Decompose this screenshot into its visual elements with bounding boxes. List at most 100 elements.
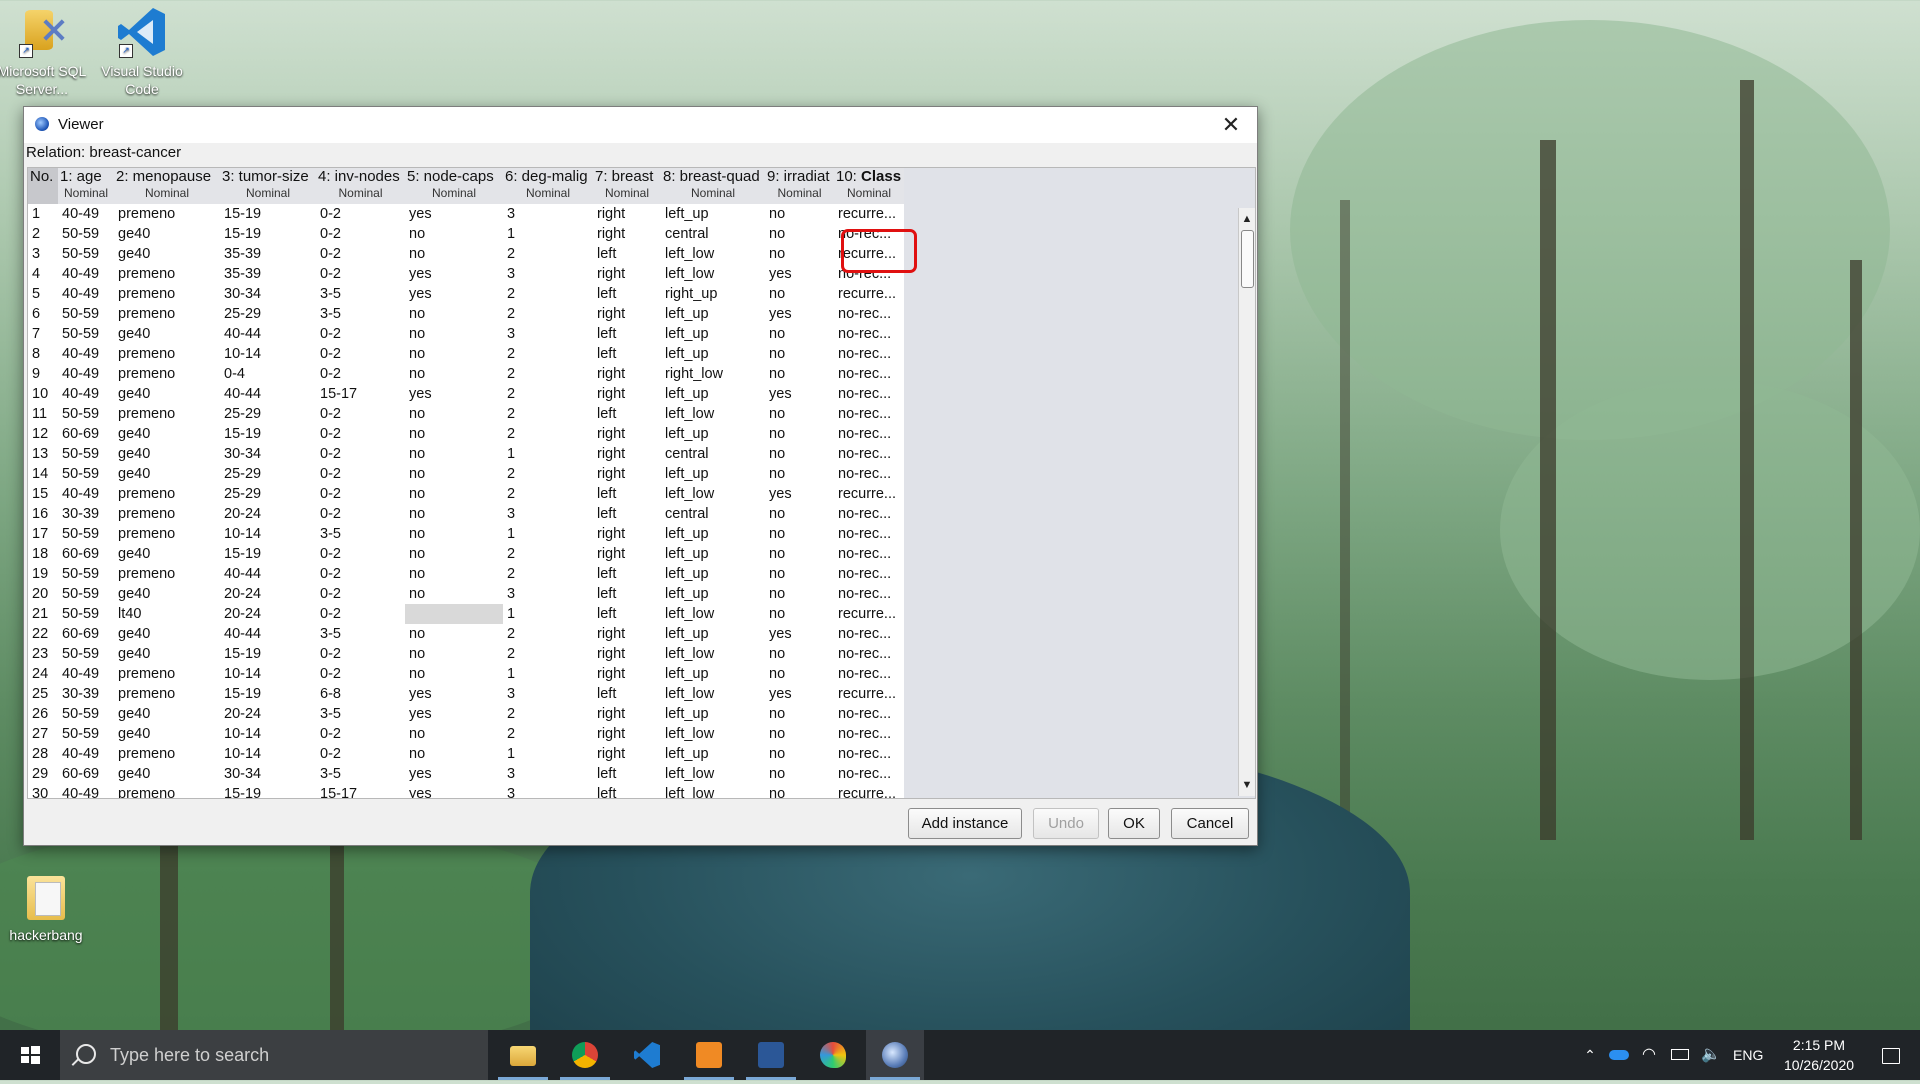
cell-tumor-size[interactable]: 15-19 <box>220 544 316 564</box>
cell-breast[interactable]: right <box>593 704 661 724</box>
battery-icon[interactable] <box>1671 1030 1689 1080</box>
cell-tumor-size[interactable]: 40-44 <box>220 624 316 644</box>
cell-node-caps[interactable]: yes <box>405 784 503 798</box>
cell-deg-malig[interactable]: 2 <box>503 244 593 264</box>
cell-class[interactable]: no-rec... <box>834 624 904 644</box>
cell-age[interactable]: 50-59 <box>58 224 114 244</box>
cell-node-caps[interactable]: no <box>405 424 503 444</box>
table-row[interactable]: 10 40-49 ge40 40-44 15-17 yes 2 right left_up yes… <box>28 384 1248 404</box>
cell-menopause[interactable]: premeno <box>114 664 220 684</box>
cell-breast-quad[interactable]: central <box>661 224 765 244</box>
cell-node-caps[interactable]: no <box>405 624 503 644</box>
table-row[interactable]: 19 50-59 premeno 40-44 0-2 no 2 left left_up no no… <box>28 564 1248 584</box>
table-row[interactable]: 5 40-49 premeno 30-34 3-5 yes 2 left right_up no r… <box>28 284 1248 304</box>
cell-tumor-size[interactable]: 15-19 <box>220 204 316 224</box>
cell-breast[interactable]: left <box>593 564 661 584</box>
volume-icon[interactable]: 🔈 <box>1701 1030 1721 1080</box>
cell-deg-malig[interactable]: 1 <box>503 744 593 764</box>
cell-tumor-size[interactable]: 15-19 <box>220 424 316 444</box>
cell-class[interactable]: recurre... <box>834 604 904 624</box>
cell-breast-quad[interactable]: left_up <box>661 664 765 684</box>
cell-irradiat[interactable]: no <box>765 244 834 264</box>
cell-breast-quad[interactable]: left_low <box>661 784 765 798</box>
cell-irradiat[interactable]: no <box>765 504 834 524</box>
cell-irradiat[interactable]: no <box>765 424 834 444</box>
clock[interactable]: 2:15 PM 10/26/2020 <box>1774 1035 1864 1075</box>
table-row[interactable]: 12 60-69 ge40 15-19 0-2 no 2 right left_up no no-r… <box>28 424 1248 444</box>
cell-deg-malig[interactable]: 2 <box>503 424 593 444</box>
cell-irradiat[interactable]: no <box>765 704 834 724</box>
cell-node-caps[interactable]: yes <box>405 764 503 784</box>
cell-menopause[interactable]: premeno <box>114 204 220 224</box>
cell-deg-malig[interactable]: 2 <box>503 484 593 504</box>
cell-age[interactable]: 50-59 <box>58 404 114 424</box>
close-icon[interactable]: ✕ <box>1211 109 1251 141</box>
table-row[interactable]: 27 50-59 ge40 10-14 0-2 no 2 right left_low no no-… <box>28 724 1248 744</box>
column-header-breast[interactable]: 7: breast Nominal <box>593 168 661 204</box>
desktop-icon-hackerbang[interactable]: hackerbang <box>0 870 94 944</box>
cell-breast[interactable]: left <box>593 344 661 364</box>
cell-row-number[interactable]: 4 <box>28 264 58 284</box>
cell-menopause[interactable]: premeno <box>114 684 220 704</box>
cell-breast-quad[interactable]: left_low <box>661 604 765 624</box>
table-row[interactable]: 7 50-59 ge40 40-44 0-2 no 3 left left_up no no-rec… <box>28 324 1248 344</box>
cell-class[interactable]: no-rec... <box>834 464 904 484</box>
table-row[interactable]: 3 50-59 ge40 35-39 0-2 no 2 left left_low no recur… <box>28 244 1248 264</box>
cell-tumor-size[interactable]: 15-19 <box>220 684 316 704</box>
cell-age[interactable]: 40-49 <box>58 204 114 224</box>
table-row[interactable]: 25 30-39 premeno 15-19 6-8 yes 3 left left_low ye… <box>28 684 1248 704</box>
cell-age[interactable]: 60-69 <box>58 544 114 564</box>
cell-irradiat[interactable]: yes <box>765 264 834 284</box>
cell-inv-nodes[interactable]: 3-5 <box>316 624 405 644</box>
cell-row-number[interactable]: 17 <box>28 524 58 544</box>
cell-breast[interactable]: right <box>593 364 661 384</box>
taskbar-chrome[interactable] <box>556 1030 614 1080</box>
cell-inv-nodes[interactable]: 0-2 <box>316 544 405 564</box>
cell-deg-malig[interactable]: 2 <box>503 404 593 424</box>
cell-tumor-size[interactable]: 40-44 <box>220 324 316 344</box>
table-row[interactable]: 8 40-49 premeno 10-14 0-2 no 2 left left_up no no-… <box>28 344 1248 364</box>
cell-menopause[interactable]: ge40 <box>114 384 220 404</box>
cell-breast-quad[interactable]: left_up <box>661 524 765 544</box>
cell-menopause[interactable]: ge40 <box>114 584 220 604</box>
cell-inv-nodes[interactable]: 0-2 <box>316 344 405 364</box>
cell-menopause[interactable]: ge40 <box>114 644 220 664</box>
cell-menopause[interactable]: ge40 <box>114 464 220 484</box>
taskbar-paint[interactable] <box>804 1030 862 1080</box>
cell-breast[interactable]: left <box>593 404 661 424</box>
cell-irradiat[interactable]: no <box>765 544 834 564</box>
cell-inv-nodes[interactable]: 0-2 <box>316 324 405 344</box>
cell-menopause[interactable]: ge40 <box>114 704 220 724</box>
cell-class[interactable]: no-rec... <box>834 404 904 424</box>
cell-deg-malig[interactable]: 2 <box>503 624 593 644</box>
cell-breast-quad[interactable]: left_low <box>661 244 765 264</box>
cell-class[interactable]: recurre... <box>834 684 904 704</box>
cell-row-number[interactable]: 9 <box>28 364 58 384</box>
cell-node-caps[interactable]: yes <box>405 204 503 224</box>
cell-breast[interactable]: right <box>593 264 661 284</box>
cell-row-number[interactable]: 23 <box>28 644 58 664</box>
cell-row-number[interactable]: 28 <box>28 744 58 764</box>
cell-deg-malig[interactable]: 2 <box>503 564 593 584</box>
cell-age[interactable]: 50-59 <box>58 704 114 724</box>
table-row[interactable]: 9 40-49 premeno 0-4 0-2 no 2 right right_low no no… <box>28 364 1248 384</box>
cell-irradiat[interactable]: yes <box>765 304 834 324</box>
table-row[interactable]: 17 50-59 premeno 10-14 3-5 no 1 right left_up no n… <box>28 524 1248 544</box>
cell-row-number[interactable]: 30 <box>28 784 58 798</box>
cell-irradiat[interactable]: no <box>765 284 834 304</box>
cell-node-caps[interactable]: yes <box>405 684 503 704</box>
cell-irradiat[interactable]: no <box>765 204 834 224</box>
cell-menopause[interactable]: premeno <box>114 364 220 384</box>
cell-deg-malig[interactable]: 2 <box>503 304 593 324</box>
cell-inv-nodes[interactable]: 0-2 <box>316 424 405 444</box>
cell-inv-nodes[interactable]: 3-5 <box>316 764 405 784</box>
cell-age[interactable]: 30-39 <box>58 504 114 524</box>
cell-tumor-size[interactable]: 40-44 <box>220 384 316 404</box>
cell-irradiat[interactable]: no <box>765 364 834 384</box>
cell-breast-quad[interactable]: left_up <box>661 624 765 644</box>
cell-breast-quad[interactable]: left_up <box>661 704 765 724</box>
table-row[interactable]: 21 50-59 lt40 20-24 0-2 1 left left_low no recurr… <box>28 604 1248 624</box>
column-header-breast-quad[interactable]: 8: breast-quad Nominal <box>661 168 765 204</box>
cell-breast[interactable]: right <box>593 524 661 544</box>
column-header-irradiat[interactable]: 9: irradiat Nominal <box>765 168 834 204</box>
